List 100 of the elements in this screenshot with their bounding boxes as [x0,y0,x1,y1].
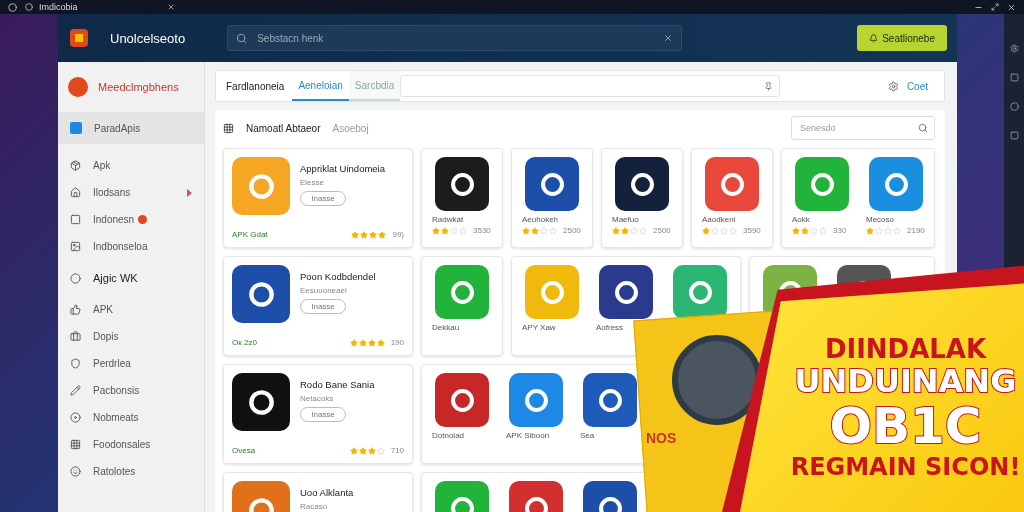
settings-icon[interactable] [1009,44,1019,53]
star-icon [376,338,385,347]
sidebar-item[interactable]: Foodonsales [58,431,204,458]
sidebar-item[interactable]: Indonesn [58,206,204,233]
window-icon[interactable] [1009,131,1019,140]
rating-count: 3590 [743,226,761,235]
star-icon [349,338,358,347]
status-icon[interactable] [1009,102,1019,111]
pin-icon [764,81,774,91]
item-icon [70,412,81,423]
tab-icon [25,3,33,11]
rating-count: 330 [833,226,847,235]
item-icon [70,272,81,284]
star-icon [349,446,358,455]
logo-icon [68,77,88,97]
section-icon [223,122,234,134]
app-subtitle: Eesuuoneael [300,286,348,295]
item-icon [70,241,81,252]
star-icon [369,230,378,239]
sidebar-item[interactable]: Perdrlea [58,350,204,377]
browser-icon [8,2,17,12]
item-icon [70,358,81,369]
clear-icon[interactable] [663,33,674,43]
app-title: Appriklat Uindomeia [300,163,385,174]
item-icon [70,160,81,171]
app-name: Mecoso [866,215,895,224]
app-name: Sea [580,431,595,440]
close-icon[interactable] [167,3,175,11]
search-field[interactable]: Sebstacn henk [227,25,683,51]
item-icon [70,331,81,342]
rating-count: 2500 [563,226,581,235]
close-icon[interactable] [1007,2,1016,12]
sidebar-item[interactable]: Ajgic WK [58,260,204,296]
banner-text: DIINDALAK [824,334,987,364]
page-title: Fardlanoneia [226,80,285,92]
app-subtitle: Netacoks [300,394,335,403]
app-title: Poon Kodbdendel [300,271,376,282]
app-name: Aokk [792,215,811,224]
tab-title[interactable]: Imdicobia [39,2,78,12]
filter-field[interactable] [400,75,781,97]
star-icon [358,338,367,347]
app-subtitle: Elesse [300,178,325,187]
settings-icon [887,80,899,92]
section-title: Namoatl Abtaeor [246,122,321,134]
sidebar-title: Meedclmgbhens [98,81,179,93]
sidebar-item[interactable]: ParadApis [58,112,204,144]
install-button[interactable]: Inasse [300,299,346,314]
window-icon[interactable] [1009,73,1019,82]
badge-icon [138,215,148,224]
rating-count: 2500 [653,226,671,235]
app-name: APY Xaw [522,323,556,332]
sidebar-item[interactable]: Indbonseloa [58,233,204,260]
rating-count: 2190 [907,226,925,235]
app-name: Dekkau [432,323,460,332]
banner-text: UNDUINANG [794,363,1017,399]
search-input[interactable]: Sebstacn henk [255,31,656,45]
rating-count: 710 [390,446,404,455]
app-label: APK Gdat [232,230,268,239]
section-subtitle: Asoeboj [332,122,369,134]
sidebar-item[interactable]: Ratolotes [58,458,204,485]
star-icon [367,446,376,455]
sidebar-item[interactable]: Ilodsans [58,179,204,206]
sidebar-item[interactable]: Apk [58,152,204,179]
app-name: Aofress [596,323,624,332]
item-icon [70,439,81,450]
app-name: APK Siboon [506,431,550,440]
banner-text: REGMAIN SICON! [790,453,1021,481]
star-icon [360,230,369,239]
bell-icon [869,33,879,43]
sidebar-item[interactable]: Dopis [58,323,204,350]
app-name: Radwkat [432,215,465,224]
sidebar-item[interactable]: Pacbonsis [58,377,204,404]
header-link[interactable]: Coet [881,79,934,93]
star-icon [376,446,385,455]
star-icon [351,230,360,239]
app-subtitle: Racaso [300,502,329,511]
item-icon [70,466,81,477]
promo-card-label: NOS [646,430,677,446]
app-title: Uoo Alklanta [300,487,354,498]
sidebar-item[interactable]: Nobmeats [58,404,204,431]
rating-count: 190 [390,338,404,347]
arrow-icon [187,188,192,197]
maximize-icon[interactable] [991,3,999,11]
search-icon [236,32,248,44]
item-icon [70,385,81,396]
sidebar-item[interactable]: APK [58,296,204,323]
app-title: Rodo Bane Sania [300,379,375,390]
header-button[interactable]: Seatlionebe [857,25,947,51]
install-button[interactable]: Inasse [300,191,346,206]
rating-count: 3530 [473,226,491,235]
star-icon [358,446,367,455]
app-name: Aaodkeni [702,215,737,224]
app-name: Dotnolad [432,431,465,440]
star-icon [378,230,387,239]
search-icon [918,123,928,133]
install-button[interactable]: Inasse [300,407,346,422]
app-name: Aeuhokeh [522,215,560,224]
item-icon [70,214,81,225]
item-icon [70,304,81,315]
item-icon [70,187,81,198]
